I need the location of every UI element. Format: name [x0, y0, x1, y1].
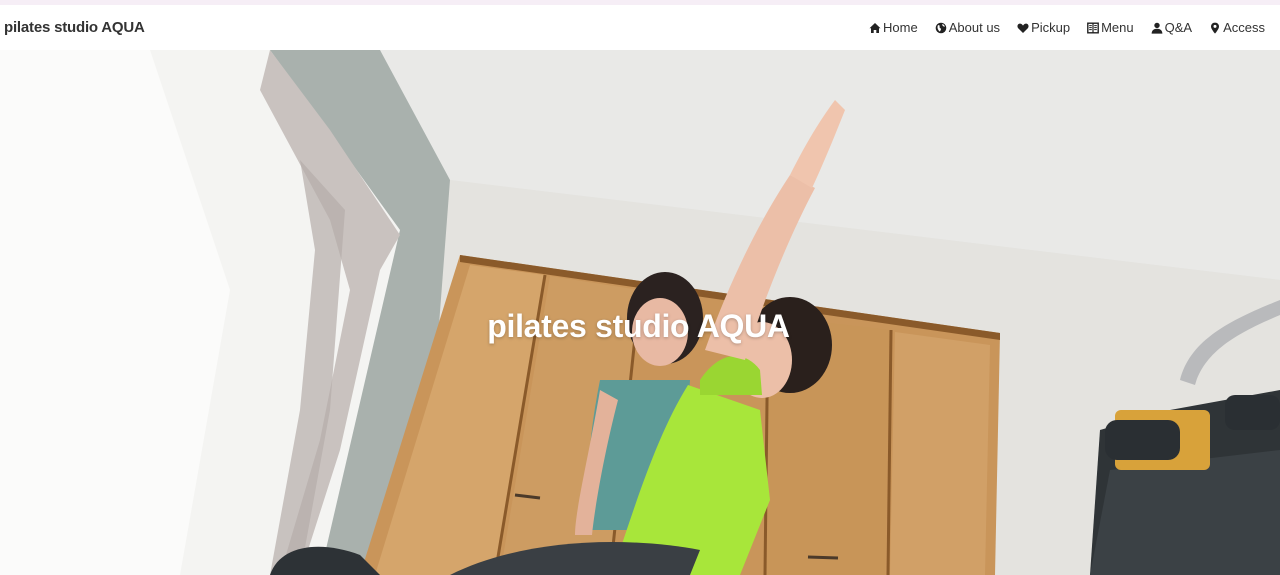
nav-item-menu[interactable]: Menu [1087, 20, 1134, 35]
hero-section: pilates studio AQUA [0, 50, 1280, 575]
hero-title: pilates studio AQUA [487, 308, 790, 344]
book-icon [1087, 22, 1099, 34]
navbar: pilates studio AQUA Home About us Pickup… [0, 5, 1280, 50]
nav-item-qa[interactable]: Q&A [1151, 20, 1192, 35]
nav-item-access[interactable]: Access [1209, 20, 1265, 35]
home-icon [869, 22, 881, 34]
user-icon [1151, 22, 1163, 34]
main-nav: Home About us Pickup Menu Q&A Access [869, 20, 1265, 35]
map-marker-icon [1209, 22, 1221, 34]
nav-item-about-us[interactable]: About us [935, 20, 1000, 35]
globe-icon [935, 22, 947, 34]
heart-icon [1017, 22, 1029, 34]
nav-item-pickup[interactable]: Pickup [1017, 20, 1070, 35]
nav-item-label: Menu [1101, 20, 1134, 35]
brand-logo-link[interactable]: pilates studio AQUA [4, 19, 145, 36]
nav-item-label: About us [948, 20, 1001, 35]
nav-item-label: Access [1223, 20, 1265, 35]
nav-item-label: Q&A [1164, 20, 1193, 35]
nav-item-label: Home [883, 20, 918, 35]
nav-item-label: Pickup [1031, 20, 1071, 35]
nav-item-home[interactable]: Home [869, 20, 918, 35]
